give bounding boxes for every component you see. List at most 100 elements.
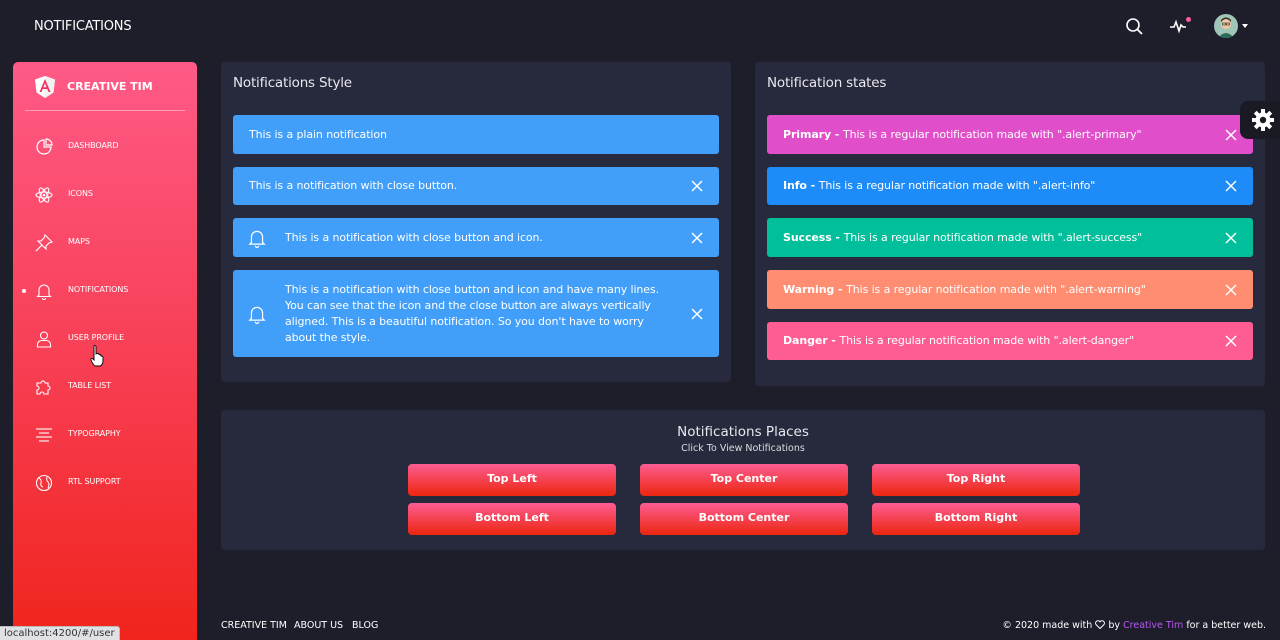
user-icon <box>35 330 53 348</box>
angular-logo-icon[interactable] <box>35 76 55 98</box>
sidebar-item-label: USER PROFILE <box>68 333 125 342</box>
sidebar-item-table-list[interactable]: TABLE LIST <box>13 367 197 407</box>
chevron-down-icon[interactable] <box>1242 24 1248 28</box>
card-subtitle: Click To View Notifications <box>681 443 805 454</box>
close-icon[interactable] <box>1225 128 1237 141</box>
sidebar: CREATIVE TIM DASHBOARD ICONS MAPS NOTIFI… <box>13 62 197 640</box>
notification-states-card: Notification states Primary - This is a … <box>755 62 1265 386</box>
alert-text: This is a plain notification <box>249 127 387 141</box>
sidebar-item-label: RTL SUPPORT <box>68 477 121 486</box>
card-title: Notifications Style <box>233 75 352 91</box>
alert-message: This is a regular notification made with… <box>839 334 1135 347</box>
atom-icon <box>35 186 53 204</box>
settings-gear-button[interactable] <box>1240 101 1280 139</box>
alert-text: Info - This is a regular notification ma… <box>783 178 1095 194</box>
puzzle-icon <box>35 378 53 396</box>
dashboard-icon <box>35 138 53 156</box>
sidebar-item-dashboard[interactable]: DASHBOARD <box>13 127 197 167</box>
bell-icon <box>247 304 267 324</box>
copyright-by: by <box>1108 620 1120 631</box>
alert-label: Success - <box>783 230 844 244</box>
alert-label: Primary - <box>783 127 843 141</box>
primary-alert: Primary - This is a regular notification… <box>767 115 1253 154</box>
close-icon[interactable] <box>691 231 703 244</box>
heart-icon <box>1095 620 1106 631</box>
hand-cursor-icon <box>90 345 104 367</box>
close-icon[interactable] <box>1225 283 1237 296</box>
notifications-style-card: Notifications Style This is a plain noti… <box>221 62 731 382</box>
alert-message: This is a regular notification made with… <box>818 179 1096 192</box>
alert-text: Danger - This is a regular notification … <box>783 333 1134 349</box>
sidebar-item-maps[interactable]: MAPS <box>13 223 197 263</box>
footer-copyright: © 2020 made with by Creative Tim for a b… <box>1002 620 1266 631</box>
sidebar-item-icons[interactable]: ICONS <box>13 175 197 215</box>
sidebar-item-notifications[interactable]: NOTIFICATIONS <box>13 271 197 311</box>
active-indicator <box>22 289 26 293</box>
sidebar-header: CREATIVE TIM <box>25 62 185 111</box>
alert-label: Info - <box>783 179 819 192</box>
sidebar-brand[interactable]: CREATIVE TIM <box>67 80 153 93</box>
close-icon[interactable] <box>1225 231 1237 244</box>
search-icon[interactable] <box>1122 14 1146 38</box>
info-alert: Info - This is a regular notification ma… <box>767 167 1253 205</box>
top-navbar: NOTIFICATIONS <box>0 0 1280 54</box>
notification-with-close: This is a notification with close button… <box>233 167 719 205</box>
close-icon[interactable] <box>691 180 703 192</box>
sidebar-item-user-profile[interactable]: USER PROFILE <box>13 319 197 359</box>
alert-message: This is a regular notification made with… <box>842 127 1142 141</box>
bottom-left-button[interactable]: Bottom Left <box>408 503 616 535</box>
warning-alert: Warning - This is a regular notification… <box>767 270 1253 309</box>
sidebar-item-rtl-support[interactable]: RTL SUPPORT <box>13 463 197 503</box>
top-center-button[interactable]: Top Center <box>640 464 848 496</box>
copyright-suffix: for a better web. <box>1186 620 1266 631</box>
alert-message: This is a regular notification made with… <box>846 282 1146 296</box>
plain-notification: This is a plain notification <box>233 115 719 154</box>
sidebar-item-typography[interactable]: TYPOGRAPHY <box>13 415 197 455</box>
footer-link-blog[interactable]: BLOG <box>352 620 378 631</box>
top-right-button[interactable]: Top Right <box>872 464 1080 496</box>
danger-alert: Danger - This is a regular notification … <box>767 322 1253 360</box>
notification-with-icon: This is a notification with close button… <box>233 218 719 257</box>
sidebar-item-label: NOTIFICATIONS <box>68 285 129 294</box>
bottom-center-button[interactable]: Bottom Center <box>640 503 848 535</box>
notifications-places-card: Notifications Places Click To View Notif… <box>221 410 1265 550</box>
notification-dot <box>1186 17 1191 22</box>
alert-text: This is a notification with close button… <box>285 230 543 244</box>
close-icon[interactable] <box>1225 335 1237 347</box>
alert-text: This is a notification with close button… <box>249 179 458 192</box>
sidebar-item-label: MAPS <box>68 237 90 246</box>
top-left-button[interactable]: Top Left <box>408 464 616 496</box>
gear-icon <box>1252 109 1274 131</box>
multiline-notification: This is a notification with close button… <box>233 270 719 357</box>
alert-label: Danger - <box>783 334 840 347</box>
page-title[interactable]: NOTIFICATIONS <box>34 19 132 34</box>
footer-link-about-us[interactable]: ABOUT US <box>294 620 343 631</box>
success-alert: Success - This is a regular notification… <box>767 218 1253 257</box>
activity-icon[interactable] <box>1167 14 1191 38</box>
alert-text: Warning - This is a regular notification… <box>783 282 1146 298</box>
pin-icon <box>35 233 54 252</box>
bottom-right-button[interactable]: Bottom Right <box>872 503 1080 535</box>
close-icon[interactable] <box>691 307 703 320</box>
card-title: Notification states <box>767 75 887 91</box>
world-icon <box>35 474 53 492</box>
sidebar-item-label: DASHBOARD <box>68 141 119 150</box>
status-bar-url: localhost:4200/#/user <box>0 626 120 640</box>
alert-label: Warning - <box>783 282 847 296</box>
sidebar-item-label: TABLE LIST <box>68 381 112 390</box>
align-center-icon <box>35 426 53 444</box>
alert-text: Primary - This is a regular notification… <box>783 127 1142 143</box>
alert-text: Success - This is a regular notification… <box>783 230 1142 246</box>
copyright-prefix: © 2020 made with <box>1002 620 1093 631</box>
footer-link-creative-tim[interactable]: CREATIVE TIM <box>221 620 287 631</box>
close-icon[interactable] <box>1225 180 1237 192</box>
sidebar-item-label: ICONS <box>68 189 93 198</box>
bell-icon <box>35 282 53 300</box>
sidebar-item-label: TYPOGRAPHY <box>68 429 121 438</box>
creative-tim-link[interactable]: Creative Tim <box>1123 620 1183 631</box>
alert-message: This is a regular notification made with… <box>843 230 1143 244</box>
avatar[interactable] <box>1214 14 1238 38</box>
alert-text: This is a notification with close button… <box>285 282 659 344</box>
bell-icon <box>247 228 267 248</box>
card-title: Notifications Places <box>677 424 809 440</box>
